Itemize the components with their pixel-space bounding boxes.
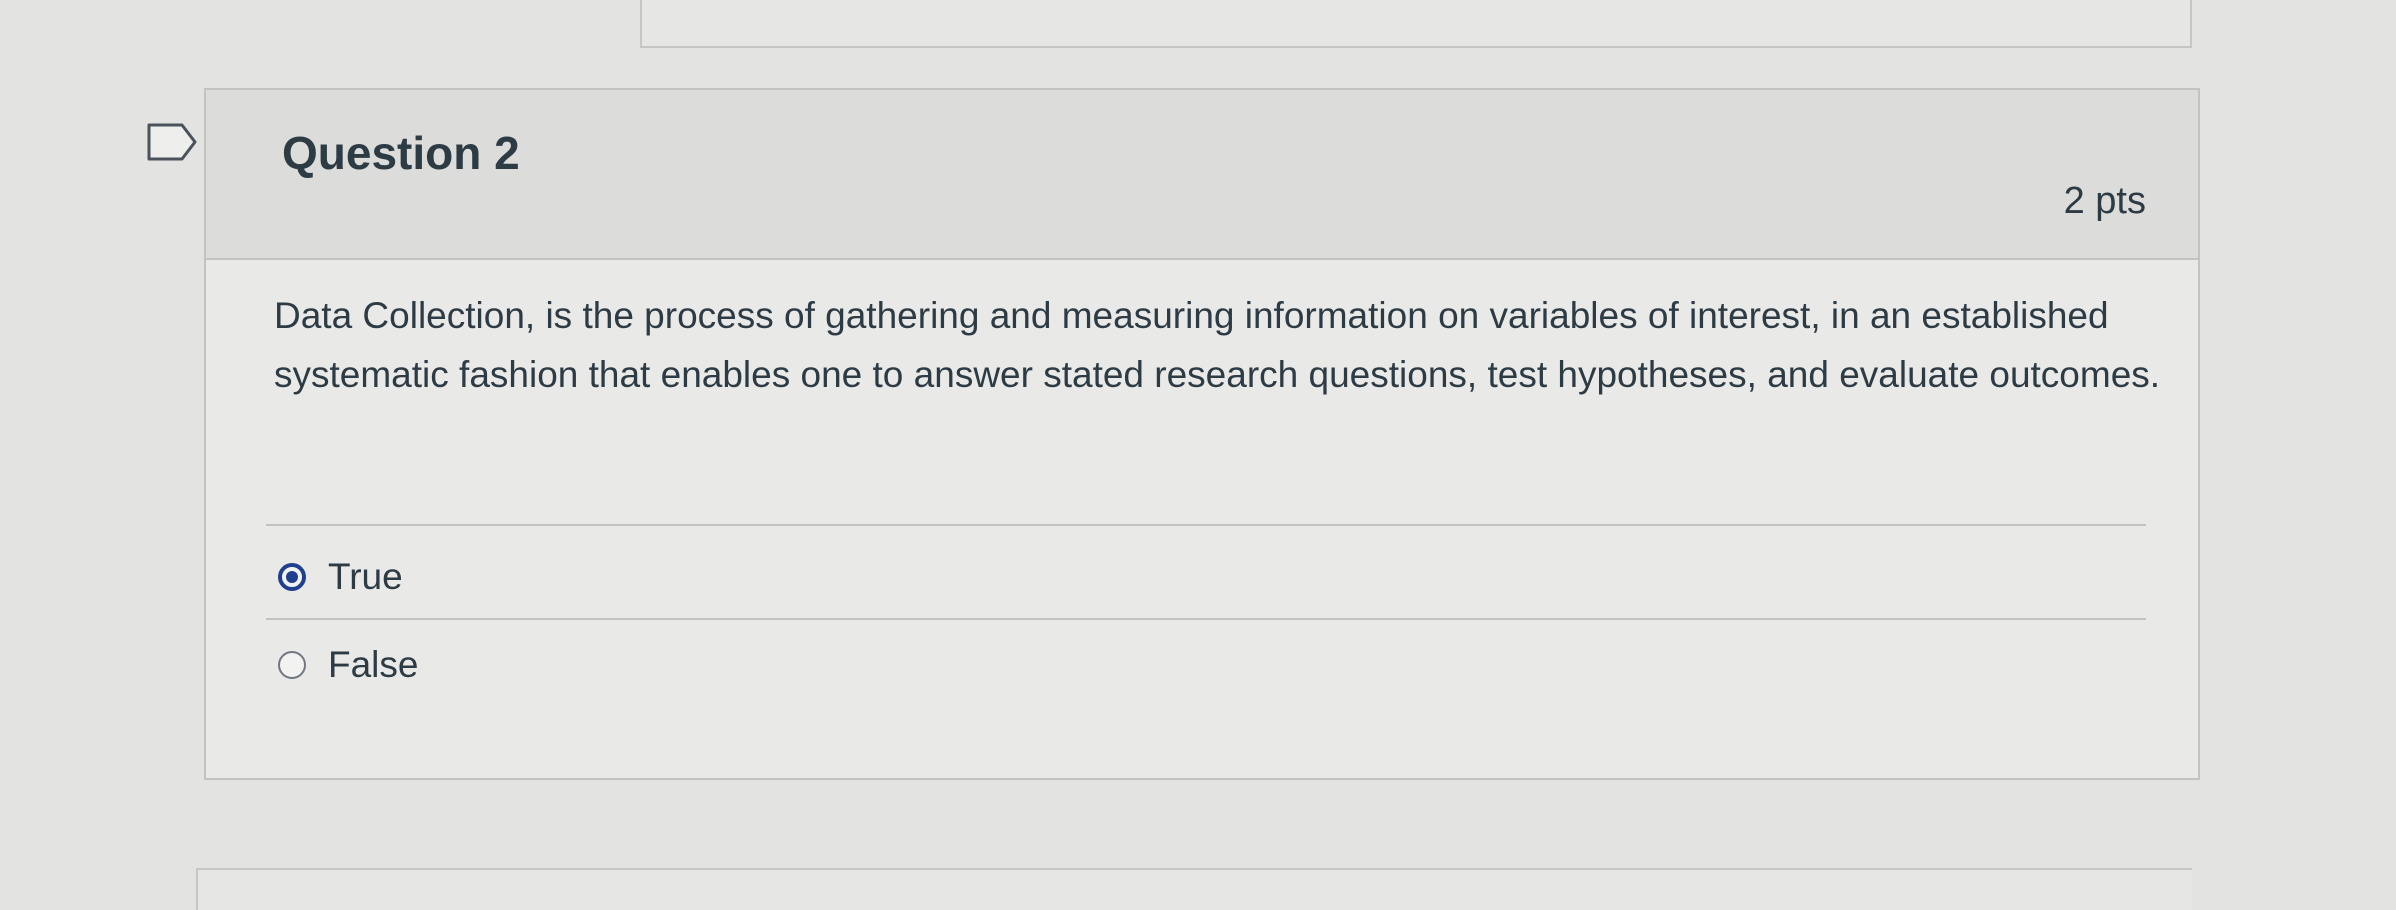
answer-option-true[interactable]: True [278,556,403,598]
answer-option-false[interactable]: False [278,644,418,686]
question-text: Data Collection, is the process of gathe… [274,295,2161,395]
question-card: Question 2 2 pts Data Collection, is the… [204,88,2200,780]
answer-divider [266,618,2146,620]
answer-divider [266,524,2146,526]
previous-question-card [640,0,2192,48]
question-header: Question 2 2 pts [206,90,2198,260]
question-points: 2 pts [2063,180,2146,222]
answer-label-false: False [328,644,419,685]
answer-label-true: True [328,556,403,597]
radio-selected-icon[interactable] [278,563,306,591]
radio-unselected-icon[interactable] [278,651,306,679]
question-title: Question 2 [282,127,520,179]
next-question-card [196,868,2192,910]
flag-question-icon[interactable] [146,122,198,162]
